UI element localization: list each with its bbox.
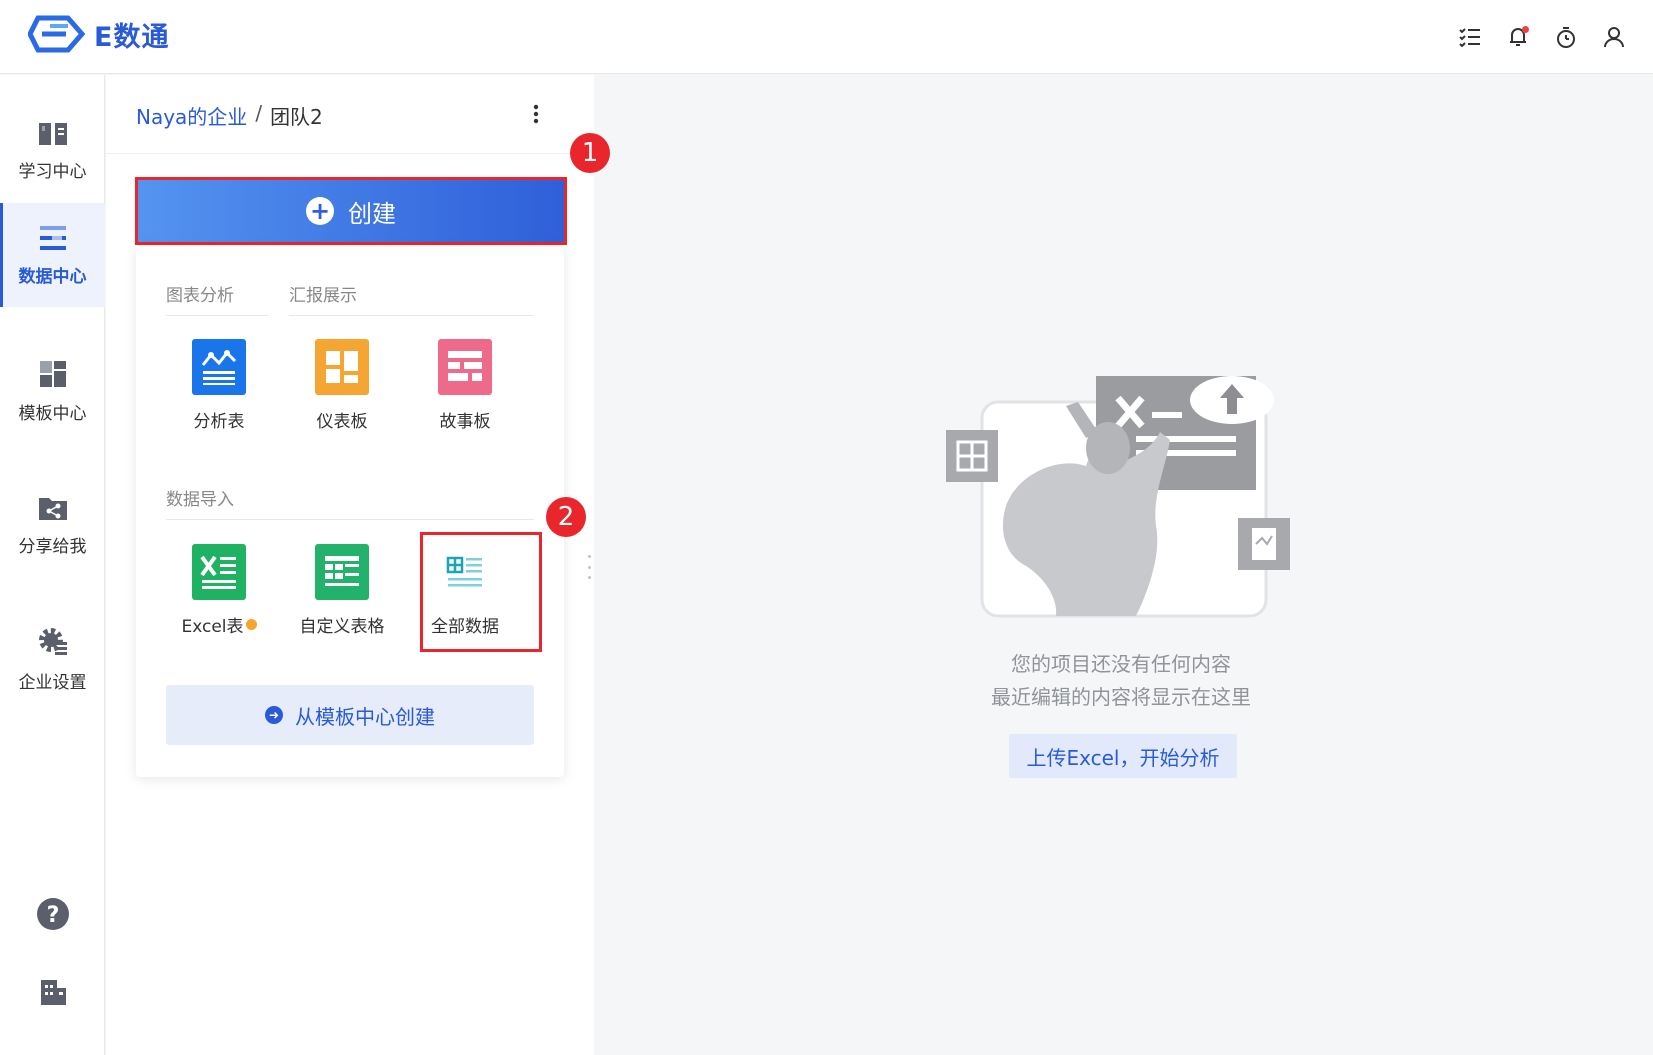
section-data-import: 数据导入 bbox=[166, 490, 234, 510]
empty-state-illustration bbox=[946, 376, 1290, 618]
nav-item-settings[interactable]: 企业设置 bbox=[0, 607, 105, 711]
tile-analysis-label: 分析表 bbox=[193, 412, 245, 432]
excel-icon bbox=[192, 544, 246, 600]
notification-dot bbox=[1522, 26, 1529, 33]
upload-excel-button[interactable]: 上传Excel，开始分析 bbox=[1009, 734, 1237, 778]
analysis-icon bbox=[192, 339, 246, 395]
bell-icon[interactable] bbox=[1505, 22, 1531, 52]
custom-table-icon bbox=[315, 544, 369, 600]
tab-report-display[interactable]: 汇报展示 bbox=[289, 281, 357, 306]
nav-label-template: 模板中心 bbox=[18, 403, 87, 424]
all-data-highlight bbox=[420, 532, 542, 652]
nav-item-shared[interactable]: 分享给我 bbox=[0, 473, 105, 577]
create-dropdown: 图表分析 汇报展示 分析表 仪表板 故事板 数据导入 Excel表 自定义表格 bbox=[136, 247, 564, 777]
dashboard-icon bbox=[315, 339, 369, 395]
share-folder-icon bbox=[38, 497, 67, 520]
tile-dashboard-label: 仪表板 bbox=[316, 412, 368, 432]
tile-excel[interactable]: Excel表 bbox=[164, 544, 274, 637]
create-button[interactable]: + 创建 bbox=[135, 177, 567, 245]
tile-storyboard[interactable]: 故事板 bbox=[410, 339, 520, 432]
tile-custom-table-label: 自定义表格 bbox=[299, 617, 385, 637]
breadcrumb: Naya的企业 / 团队2 bbox=[136, 101, 323, 130]
tile-custom-table[interactable]: 自定义表格 bbox=[287, 544, 397, 637]
tile-dashboard[interactable]: 仪表板 bbox=[287, 339, 397, 432]
svg-text:?: ? bbox=[47, 903, 60, 928]
nav-item-data-center[interactable]: 数据中心 bbox=[0, 203, 105, 307]
logo[interactable]: E数通 bbox=[28, 14, 169, 54]
tile-excel-text: Excel表 bbox=[181, 617, 244, 637]
nav-label-learning: 学习中心 bbox=[18, 161, 87, 182]
breadcrumb-org[interactable]: Naya的企业 bbox=[136, 101, 247, 130]
tile-excel-label: Excel表 bbox=[181, 612, 257, 637]
template-button-label: 从模板中心创建 bbox=[295, 704, 435, 729]
nav-item-template[interactable]: 模板中心 bbox=[0, 339, 105, 443]
left-nav: 学习中心 数据中心 模板中心 分享给我 企业设置 ? bbox=[0, 75, 105, 1055]
storyboard-icon bbox=[438, 339, 492, 395]
empty-state-subtitle: 最近编辑的内容将显示在这里 bbox=[991, 685, 1251, 709]
nav-label-settings: 企业设置 bbox=[18, 672, 87, 693]
brand-name: E数通 bbox=[94, 21, 170, 53]
section-line bbox=[166, 519, 534, 520]
more-options-icon[interactable] bbox=[526, 99, 546, 129]
tab-chart-analysis[interactable]: 图表分析 bbox=[166, 281, 234, 306]
panel-divider bbox=[106, 153, 594, 154]
top-bar: E数通 bbox=[0, 0, 1653, 74]
task-list-icon[interactable] bbox=[1457, 22, 1483, 52]
brand-logo-icon bbox=[28, 15, 86, 53]
tile-storyboard-label: 故事板 bbox=[439, 412, 491, 432]
plus-icon: + bbox=[306, 197, 334, 225]
tab-underline bbox=[166, 315, 268, 316]
tab-line bbox=[289, 315, 534, 316]
data-list-icon bbox=[39, 225, 66, 250]
breadcrumb-separator: / bbox=[255, 101, 263, 125]
nav-label-data-center: 数据中心 bbox=[18, 266, 87, 287]
step-badge-2: 2 bbox=[546, 497, 586, 537]
template-grid-icon bbox=[39, 360, 66, 387]
nav-item-learning[interactable]: 学习中心 bbox=[0, 99, 105, 203]
tile-analysis[interactable]: 分析表 bbox=[164, 339, 274, 432]
create-label: 创建 bbox=[348, 199, 396, 228]
nav-label-shared: 分享给我 bbox=[18, 536, 87, 557]
new-badge-dot bbox=[245, 619, 257, 630]
arrow-right-circle-icon: ➜ bbox=[265, 706, 283, 724]
timer-icon[interactable] bbox=[1553, 22, 1579, 52]
book-icon bbox=[38, 122, 67, 145]
create-from-template-button[interactable]: ➜ 从模板中心创建 bbox=[166, 685, 534, 745]
gear-icon bbox=[38, 627, 67, 655]
step-badge-1: 1 bbox=[570, 133, 610, 173]
user-icon[interactable] bbox=[1601, 22, 1627, 52]
empty-state-title: 您的项目还没有任何内容 bbox=[1011, 652, 1231, 676]
resize-handle[interactable] bbox=[586, 555, 592, 579]
breadcrumb-team: 团队2 bbox=[270, 105, 323, 129]
help-icon[interactable]: ? bbox=[34, 895, 72, 933]
building-icon[interactable] bbox=[34, 973, 72, 1011]
